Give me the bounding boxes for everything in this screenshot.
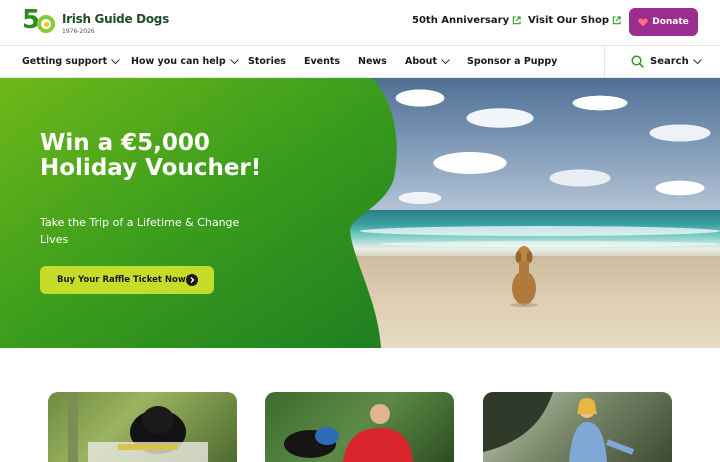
anniversary-link-label: 50th Anniversary — [412, 15, 510, 26]
story-card-boy-with-dog-image[interactable] — [265, 392, 454, 462]
logo-name: Irish Guide Dogs — [62, 11, 169, 26]
search-button[interactable]: Search — [631, 55, 702, 68]
shop-link[interactable]: Visit Our Shop — [528, 15, 621, 26]
hero-green-panel — [0, 78, 397, 348]
nav-item-about[interactable]: About — [405, 56, 450, 67]
nav-item-sponsor-a-puppy[interactable]: Sponsor a Puppy — [467, 56, 557, 67]
heart-icon — [638, 18, 648, 26]
nav-item-news[interactable]: News — [358, 56, 387, 67]
raffle-button-label: Buy Your Raffle Ticket Now! — [57, 275, 190, 285]
external-link-icon — [512, 16, 521, 25]
nav-divider — [604, 46, 605, 78]
hero-banner: Win a €5,000 Holiday Voucher! Take the T… — [0, 78, 720, 348]
shop-link-label: Visit Our Shop — [528, 15, 610, 26]
anniversary-link[interactable]: 50th Anniversary — [412, 15, 521, 26]
story-card-guide-dog-image[interactable] — [48, 392, 237, 462]
search-icon — [631, 55, 644, 68]
main-navigation: Getting support How you can help Stories… — [0, 46, 720, 78]
chevron-down-icon — [441, 58, 450, 64]
external-link-icon — [612, 16, 621, 25]
arrow-right-circle-icon — [186, 274, 198, 286]
top-bar: 5 Irish Guide Dogs 1976-2026 50th Annive… — [0, 0, 720, 46]
donate-label: Donate — [652, 17, 689, 27]
hero-title: Win a €5,000 Holiday Voucher! — [40, 130, 262, 181]
logo-50-mark: 5 — [22, 5, 60, 37]
hero-subtitle: Take the Trip of a Lifetime & Change Liv… — [40, 216, 240, 246]
buy-raffle-ticket-button[interactable]: Buy Your Raffle Ticket Now! — [40, 266, 214, 294]
chevron-down-icon — [111, 58, 121, 64]
nav-item-getting-support[interactable]: Getting support — [22, 56, 121, 67]
nav-item-how-you-can-help[interactable]: How you can help — [131, 56, 239, 67]
nav-item-events[interactable]: Events — [304, 56, 340, 67]
chevron-down-icon — [692, 58, 702, 64]
nav-item-stories[interactable]: Stories — [248, 56, 286, 67]
search-label: Search — [650, 56, 689, 67]
story-card-woman-by-sea-image[interactable] — [483, 392, 672, 462]
irish-guide-dogs-logo[interactable]: 5 Irish Guide Dogs 1976-2026 — [22, 5, 169, 37]
donate-button[interactable]: Donate — [629, 8, 698, 36]
logo-years: 1976-2026 — [62, 27, 95, 35]
chevron-down-icon — [229, 58, 239, 64]
